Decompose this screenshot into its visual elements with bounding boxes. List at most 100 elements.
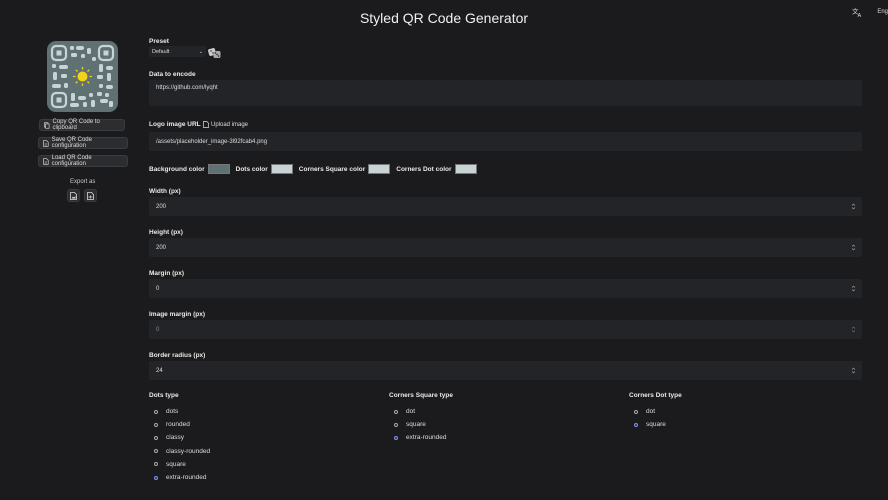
export-png-button[interactable] [67,189,80,202]
radio-dots[interactable]: dots [149,405,210,418]
spinner-arrows-icon [851,244,856,251]
dots-color-swatch[interactable] [270,164,293,174]
preset-select[interactable]: Default ⌄ [149,46,206,57]
logo-url-label: Logo image URL [149,121,201,128]
logo-url-input[interactable]: /assets/placeholder_image-3l92fcab4.png [149,132,862,151]
radio-button[interactable] [154,449,158,454]
radio-extra-rounded[interactable]: extra-rounded [149,471,210,484]
corners-square-color-swatch[interactable] [368,164,391,174]
corners-square-type-title: Corners Square type [389,392,453,399]
height-label: Height (px) [149,229,183,236]
preset-value: Default [152,48,170,55]
color-row: Background color Dots color Corners Squa… [149,164,483,174]
radio-button-selected[interactable] [154,475,158,480]
file-icon [43,157,49,165]
margin-input[interactable]: 0 [149,279,862,298]
margin-label: Margin (px) [149,270,185,277]
image-margin-label: Image margin (px) [149,311,205,318]
image-margin-value: 0 [156,326,160,333]
radio-button[interactable] [154,462,158,467]
radio-button[interactable] [154,422,158,427]
radio-square[interactable]: square [389,418,453,431]
page-title: Styled QR Code Generator [359,10,529,26]
dots-color-label: Dots color [235,165,268,173]
upload-image-button[interactable]: Upload image [203,121,248,128]
radio-label: extra-rounded [166,474,207,482]
export-svg-button[interactable] [84,189,97,202]
radio-button[interactable] [154,435,158,440]
border-radius-value: 24 [156,367,163,374]
radio-button[interactable] [394,422,398,427]
preset-label: Preset [149,38,169,45]
radio-label: square [646,421,666,429]
load-config-button[interactable]: Load QR Code configuration [38,155,128,167]
corners-square-type-group: Corners Square type dot square extra-rou… [389,392,453,445]
save-config-button[interactable]: Save QR Code configuration [38,137,128,149]
margin-value: 0 [156,285,160,292]
spinner-arrows-icon [851,326,856,333]
svg-file-icon [87,191,94,200]
image-file-icon [70,191,77,200]
data-to-encode-label: Data to encode [149,71,196,78]
dice-icon [208,48,221,58]
bg-color-swatch[interactable] [207,164,230,174]
export-as-label: Export as [70,179,96,185]
radio-square[interactable]: square [149,458,210,471]
save-config-label: Save QR Code configuration [51,137,92,149]
language-switcher[interactable]: 文A Eng [851,6,888,18]
spinner-arrows-icon [851,203,856,210]
corners-dot-color-label: Corners Dot color [396,165,452,173]
copy-icon [44,121,50,129]
height-value: 200 [156,244,167,251]
border-radius-label: Border radius (px) [149,352,206,359]
radio-label: classy [166,434,185,442]
corners-dot-type-title: Corners Dot type [629,392,682,399]
radio-extra-rounded[interactable]: extra-rounded [389,431,453,444]
border-radius-input[interactable]: 24 [149,361,862,380]
radio-label: square [166,460,186,468]
radio-dot[interactable]: dot [389,405,453,418]
radio-label: classy-rounded [166,447,211,455]
svg-text:A: A [857,13,861,18]
corners-dot-color-swatch[interactable] [454,164,477,174]
radio-button[interactable] [634,409,638,414]
logo-url-value: /assets/placeholder_image-3l92fcab4.png [156,138,268,145]
radio-square[interactable]: square [629,418,682,431]
radio-label: square [406,421,426,429]
radio-button-selected[interactable] [394,435,398,440]
data-to-encode-input[interactable]: https://github.com/lyqht [149,80,862,106]
image-margin-input[interactable]: 0 [149,320,862,339]
width-value: 200 [156,203,167,210]
qr-code-image [50,44,115,109]
randomize-button[interactable] [208,46,221,58]
radio-button[interactable] [154,409,158,414]
height-input[interactable]: 200 [149,238,862,257]
copy-qr-button[interactable]: Copy QR Code to clipboard [39,119,125,131]
radio-label: rounded [166,421,190,429]
sun-logo-icon [73,67,92,86]
radio-button-selected[interactable] [634,422,638,427]
radio-dot[interactable]: dot [629,405,682,418]
upload-image-label: Upload image [211,121,249,128]
radio-classy-rounded[interactable]: classy-rounded [149,445,210,458]
file-icon [43,139,49,147]
file-icon [203,121,209,128]
spinner-arrows-icon [851,367,856,374]
data-to-encode-value: https://github.com/lyqht [156,85,218,91]
width-input[interactable]: 200 [149,197,862,216]
bg-color-label: Background color [149,165,205,173]
chevron-down-icon: ⌄ [198,49,203,55]
radio-label: extra-rounded [406,434,447,442]
dots-type-group: Dots type dots rounded classy classy-rou… [149,392,210,484]
radio-label: dots [166,408,179,416]
radio-rounded[interactable]: rounded [149,418,210,431]
spinner-arrows-icon [851,285,856,292]
corners-square-color-label: Corners Square color [298,165,366,173]
corners-dot-type-group: Corners Dot type dot square [629,392,682,431]
radio-classy[interactable]: classy [149,431,210,444]
language-label[interactable]: Eng [877,9,888,15]
translate-icon[interactable]: 文A [851,6,863,18]
dots-type-title: Dots type [149,392,179,399]
radio-label: dot [646,408,656,416]
radio-button[interactable] [394,409,398,414]
